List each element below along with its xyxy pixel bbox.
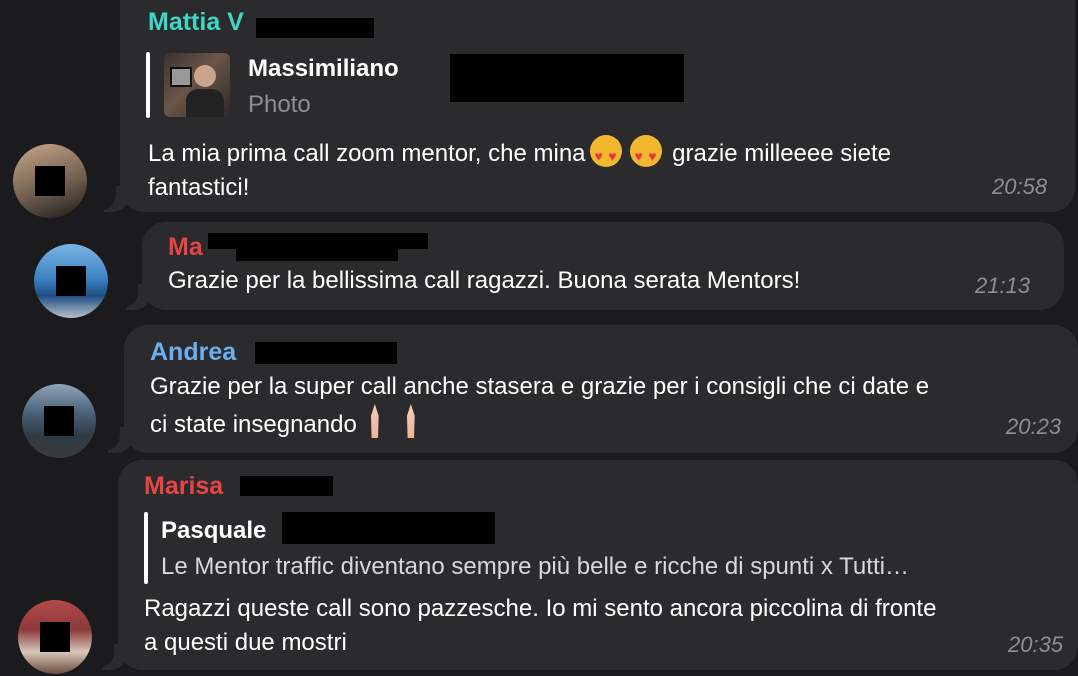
redaction [282, 512, 495, 544]
avatar[interactable] [34, 244, 108, 318]
sender-name[interactable]: Marisa [144, 472, 223, 501]
message-text: Ragazzi queste call sono pazzesche. Io m… [144, 595, 937, 656]
heart-eyes-emoji [629, 135, 662, 173]
redaction [256, 18, 374, 38]
message-time: 21:13 [975, 273, 1031, 298]
reply-author[interactable]: Massimiliano [248, 55, 399, 83]
redaction [255, 342, 397, 364]
folded-hands-emoji [406, 404, 415, 438]
heart-eyes-emoji [589, 135, 622, 173]
message-text: La mia prima call zoom mentor, che mina … [148, 135, 1068, 205]
reply-text: Le Mentor traffic diventano sempre più b… [161, 553, 909, 580]
reply-quote-bar [144, 512, 148, 584]
avatar[interactable] [22, 384, 96, 458]
message-text-part: La mia prima call zoom mentor, che mina [148, 140, 586, 167]
sender-name[interactable]: Andrea [150, 338, 236, 367]
sender-name[interactable]: Ma [168, 233, 203, 262]
message-time: 20:23 [1006, 414, 1062, 439]
avatar[interactable] [18, 600, 92, 674]
redaction [450, 54, 684, 102]
photo-thumbnail[interactable] [164, 53, 230, 117]
avatar[interactable] [13, 144, 87, 218]
reply-author[interactable]: Pasquale [161, 517, 266, 545]
message-text-part: Grazie per la super call anche stasera e… [150, 373, 930, 438]
reply-text: Photo [248, 91, 311, 118]
sender-name[interactable]: Mattia V [148, 8, 244, 37]
message-text: Grazie per la bellissima call ragazzi. B… [168, 267, 801, 294]
message-text: Grazie per la super call anche stasera e… [150, 370, 1065, 442]
redaction [240, 476, 333, 496]
message-time: 20:58 [992, 174, 1048, 199]
redaction [236, 245, 398, 261]
message-time: 20:35 [1008, 632, 1064, 657]
reply-quote-bar [146, 52, 150, 118]
folded-hands-emoji [370, 404, 379, 438]
